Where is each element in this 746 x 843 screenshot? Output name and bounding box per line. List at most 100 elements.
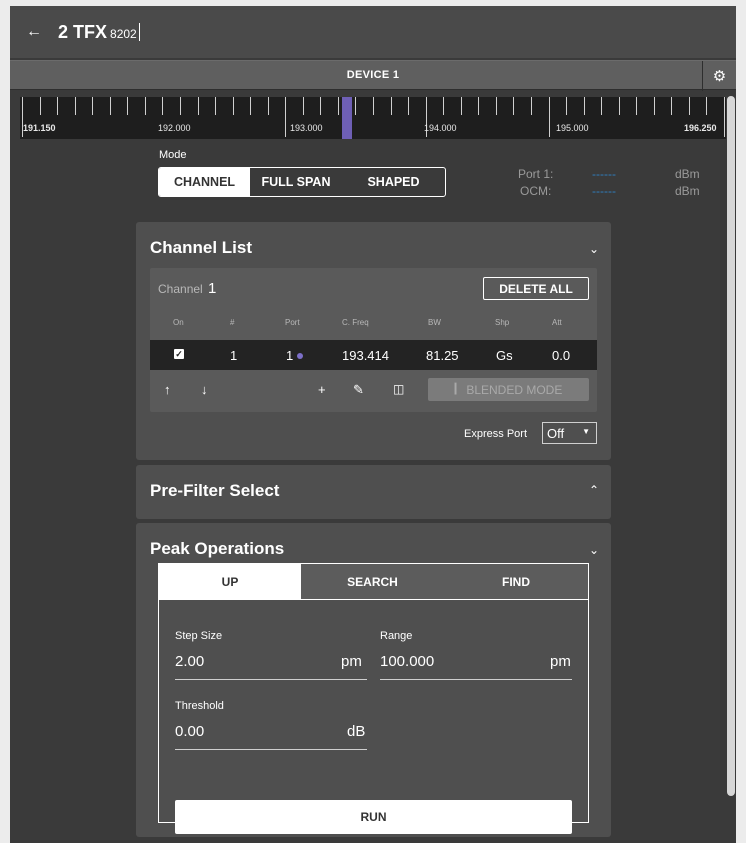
ruler-tick [57, 97, 58, 115]
page-title: 2 TFX 8202 [58, 22, 140, 43]
ruler-label: 192.000 [158, 123, 191, 133]
model-number: 8202 [110, 26, 137, 41]
ruler-tick [303, 97, 304, 115]
ruler-start-label: 191.150 [23, 123, 56, 133]
channel-list-title: Channel List [150, 238, 253, 257]
ruler-tick [408, 97, 409, 115]
port-dot-icon [297, 353, 304, 359]
ruler-tick [145, 97, 146, 115]
step-size-input[interactable]: 2.00 [175, 653, 204, 670]
arrow-down-icon[interactable]: ↓ [201, 382, 208, 397]
caret-down-icon: ▼ [582, 427, 590, 436]
blended-mode-button[interactable]: ▎ BLENDED MODE [428, 378, 589, 401]
text-cursor [138, 22, 140, 41]
step-size-label: Step Size [175, 630, 223, 642]
ruler-tick [355, 97, 356, 115]
column-header: Att [552, 318, 562, 327]
ruler-tick [706, 97, 707, 115]
run-button[interactable]: RUN [175, 800, 572, 834]
ruler-tick [92, 97, 93, 115]
trash-icon[interactable]: ◫ [393, 382, 404, 396]
ruler-tick [584, 97, 585, 115]
ruler-tick [601, 97, 602, 115]
device-label: DEVICE 1 [346, 69, 400, 81]
ruler-tick [250, 97, 251, 115]
title-text: 2 TFX [58, 21, 108, 42]
arrow-up-icon[interactable]: ↑ [164, 382, 171, 397]
ocm-readout-label: OCM: [520, 184, 552, 198]
on-checkbox[interactable]: ✓ [174, 349, 184, 359]
threshold-input[interactable]: 0.00 [175, 723, 204, 740]
gear-icon[interactable]: ⚙ [702, 61, 736, 91]
chevron-down-icon[interactable]: ⌄ [589, 242, 599, 256]
cell-bw: 81.25 [426, 348, 459, 363]
chevron-up-icon[interactable]: ⌃ [589, 483, 599, 497]
cell-port: 1 [286, 348, 304, 363]
title-bar: ← 2 TFX 8202 [10, 6, 736, 58]
ocm-readout-unit: dBm [675, 184, 700, 198]
channel-table: Channel 1 DELETE ALL On # Port C. Freq B… [150, 268, 597, 412]
prefilter-panel[interactable]: Pre-Filter Select ⌃ [136, 465, 611, 519]
ocm-readout-value: ------ [592, 184, 616, 198]
add-icon[interactable]: + [318, 382, 326, 397]
chevron-down-icon[interactable]: ⌄ [589, 543, 599, 557]
ruler-tick [75, 97, 76, 115]
ruler-tick [636, 97, 637, 115]
ruler-tick [566, 97, 567, 115]
delete-all-button[interactable]: DELETE ALL [483, 277, 589, 300]
express-port-select[interactable]: Off ▼ [542, 422, 597, 444]
range-input[interactable]: 100.000 [380, 653, 434, 670]
port-readout-label: Port 1: [518, 167, 554, 181]
channel-count: Channel 1 [158, 280, 216, 297]
spectrum-ruler[interactable]: 191.150 192.000 193.000 194.000 195.000 … [20, 97, 726, 139]
range-underline [380, 679, 572, 680]
port-readout-value: ------ [592, 167, 616, 181]
threshold-underline [175, 749, 367, 750]
peak-tab-content: Step Size 2.00 pm Range 100.000 pm Thres… [158, 599, 589, 834]
ruler-tick [162, 97, 163, 115]
app-window: ← 2 TFX 8202 DEVICE 1 ⚙ 191.150 192.000 1… [10, 6, 736, 843]
device-bar[interactable]: DEVICE 1 ⚙ [10, 60, 736, 91]
scrollbar[interactable] [727, 96, 735, 796]
mode-shaped-button[interactable]: SHAPED [342, 168, 445, 196]
tab-search[interactable]: SEARCH [301, 564, 444, 599]
column-header: # [230, 318, 235, 327]
back-arrow-icon[interactable]: ← [16, 23, 52, 41]
ruler-label: 195.000 [556, 123, 589, 133]
ruler-tick [285, 97, 286, 137]
peak-operations-title: Peak Operations [150, 539, 285, 558]
ruler-tick [531, 97, 532, 115]
ruler-tick [127, 97, 128, 115]
ruler-tick [654, 97, 655, 115]
prefilter-title: Pre-Filter Select [150, 481, 280, 500]
mode-channel-button[interactable]: CHANNEL [159, 168, 250, 196]
tab-find[interactable]: FIND [444, 564, 588, 599]
ruler-tick [373, 97, 374, 115]
cell-att: 0.0 [552, 348, 571, 363]
table-row[interactable]: ✓ 1 1 193.414 81.25 Gs 0.0 [150, 340, 597, 370]
port-readout-unit: dBm [675, 167, 700, 181]
channel-label: Channel [158, 282, 203, 296]
express-port-label: Express Port [464, 428, 527, 440]
peak-operations-panel: Peak Operations ⌄ UP SEARCH FIND Step Si… [136, 523, 611, 837]
ruler-tick [40, 97, 41, 115]
channel-marker[interactable] [342, 97, 352, 139]
ruler-tick [110, 97, 111, 115]
step-size-underline [175, 679, 367, 680]
column-header: Port [285, 318, 300, 327]
edit-pencil-icon[interactable]: ✎ [353, 382, 364, 398]
step-size-unit: pm [341, 653, 362, 670]
ruler-tick [689, 97, 690, 115]
ruler-tick [233, 97, 234, 115]
ruler-tick [478, 97, 479, 115]
tab-up[interactable]: UP [159, 564, 301, 599]
mode-full-span-button[interactable]: FULL SPAN [250, 168, 342, 196]
ruler-tick [391, 97, 392, 115]
ruler-tick [215, 97, 216, 115]
blended-mode-label: BLENDED MODE [466, 382, 563, 397]
ruler-tick [461, 97, 462, 115]
channel-number: 1 [208, 280, 217, 297]
mode-label: Mode [159, 149, 187, 161]
cell-cfreq: 193.414 [342, 348, 389, 363]
channel-list-panel: Channel List ⌄ Channel 1 DELETE ALL On #… [136, 222, 611, 460]
